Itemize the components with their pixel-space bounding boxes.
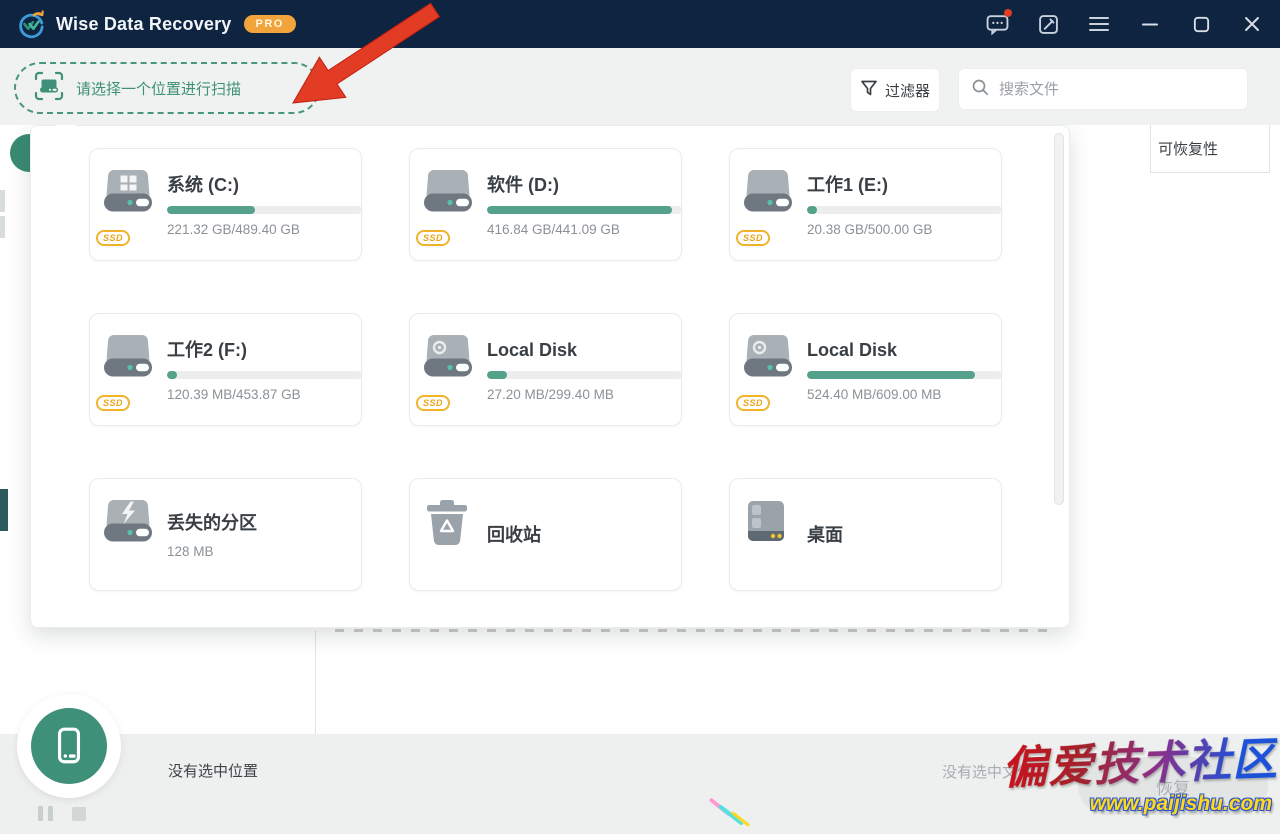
- drive-card[interactable]: SSD 工作1 (E:) 20.38 GB/500.00 GB: [729, 148, 1002, 261]
- drive-usage-bar: [807, 371, 1002, 379]
- drive-usage-bar: [167, 206, 362, 214]
- drive-capacity: 120.39 MB/453.87 GB: [167, 387, 362, 402]
- maximize-icon[interactable]: [1189, 12, 1213, 36]
- drive-windows-icon: [103, 168, 153, 219]
- column-divider: [1150, 125, 1151, 173]
- drive-grid: SSD 系统 (C:) 221.32 GB/489.40 GB SSD 软件 (…: [89, 148, 1002, 591]
- ssd-badge: SSD: [736, 230, 770, 246]
- background-fragment: [0, 190, 5, 212]
- drive-lightning-icon: [103, 498, 153, 549]
- drive-icon: [103, 333, 153, 384]
- titlebar: Wise Data Recovery PRO: [0, 0, 1280, 48]
- drive-capacity: 20.38 GB/500.00 GB: [807, 222, 1002, 237]
- app-logo-icon: [16, 9, 46, 39]
- drive-logo-icon: [743, 333, 793, 384]
- scrollbar-thumb[interactable]: [1054, 133, 1064, 505]
- drive-name: Local Disk: [807, 337, 1002, 363]
- scan-location-icon: [34, 71, 64, 106]
- drive-capacity: 221.32 GB/489.40 GB: [167, 222, 362, 237]
- drive-icon: [743, 168, 793, 219]
- drive-capacity: 27.20 MB/299.40 MB: [487, 387, 682, 402]
- drive-logo-icon: [423, 333, 473, 384]
- minimize-icon[interactable]: [1138, 12, 1162, 36]
- drive-card[interactable]: 回收站: [409, 478, 682, 591]
- drive-icon: [423, 168, 473, 219]
- recover-button-label: 恢复: [1156, 774, 1190, 799]
- location-dropdown-panel: SSD 系统 (C:) 221.32 GB/489.40 GB SSD 软件 (…: [30, 125, 1070, 628]
- drive-card[interactable]: 丢失的分区 128 MB: [89, 478, 362, 591]
- drive-capacity: 524.40 MB/609.00 MB: [807, 387, 1002, 402]
- close-icon[interactable]: [1240, 12, 1264, 36]
- stop-button[interactable]: [72, 807, 86, 821]
- drive-capacity: 416.84 GB/441.09 GB: [487, 222, 682, 237]
- search-input[interactable]: [997, 80, 1235, 99]
- drive-name: Local Disk: [487, 337, 682, 363]
- filter-funnel-icon: [860, 79, 878, 102]
- background-fragment: [0, 489, 8, 531]
- search-icon: [971, 78, 989, 101]
- drive-name: 工作2 (F:): [167, 337, 362, 363]
- drive-name: 丢失的分区: [167, 510, 361, 536]
- recycle-bin-icon: [423, 498, 471, 553]
- device-icon: [31, 708, 107, 784]
- filter-button-label: 过滤器: [885, 80, 930, 101]
- drive-card[interactable]: SSD Local Disk 27.20 MB/299.40 MB: [409, 313, 682, 426]
- status-no-location: 没有选中位置: [168, 760, 258, 781]
- drive-card[interactable]: 桌面: [729, 478, 1002, 591]
- drive-card[interactable]: SSD Local Disk 524.40 MB/609.00 MB: [729, 313, 1002, 426]
- drive-usage-bar: [167, 371, 362, 379]
- ssd-badge: SSD: [96, 395, 130, 411]
- feedback-edit-icon[interactable]: [1036, 12, 1060, 36]
- ssd-badge: SSD: [416, 395, 450, 411]
- drive-card[interactable]: SSD 软件 (D:) 416.84 GB/441.09 GB: [409, 148, 682, 261]
- background-dashed-line: [335, 629, 1055, 632]
- drive-usage-bar: [487, 371, 682, 379]
- recover-button[interactable]: 恢复: [1078, 757, 1268, 815]
- ssd-badge: SSD: [96, 230, 130, 246]
- column-header-underline: [1150, 172, 1270, 173]
- location-selector[interactable]: 请选择一个位置进行扫描: [14, 62, 320, 114]
- filter-button[interactable]: 过滤器: [850, 68, 940, 112]
- search-box[interactable]: [958, 68, 1248, 110]
- recoverability-column-header: 可恢复性: [1158, 138, 1218, 159]
- ssd-badge: SSD: [736, 395, 770, 411]
- drive-card[interactable]: SSD 系统 (C:) 221.32 GB/489.40 GB: [89, 148, 362, 261]
- desktop-icon: [743, 498, 789, 549]
- ssd-badge: SSD: [416, 230, 450, 246]
- drive-capacity: 128 MB: [167, 544, 361, 559]
- background-vertical-divider: [315, 630, 316, 734]
- status-no-files: 没有选中文件: [942, 761, 1032, 782]
- background-fragment: [0, 216, 5, 238]
- drive-card[interactable]: SSD 工作2 (F:) 120.39 MB/453.87 GB: [89, 313, 362, 426]
- column-divider: [1269, 125, 1270, 173]
- drive-usage-bar: [487, 206, 682, 214]
- notification-dot: [1004, 9, 1012, 17]
- menu-icon[interactable]: [1087, 12, 1111, 36]
- scan-device-circle[interactable]: [17, 694, 121, 798]
- messages-icon[interactable]: [985, 12, 1009, 36]
- drive-name: 回收站: [487, 522, 681, 548]
- pause-button[interactable]: [38, 806, 53, 821]
- location-selector-label: 请选择一个位置进行扫描: [76, 78, 241, 99]
- drive-name: 软件 (D:): [487, 172, 682, 198]
- drive-name: 桌面: [807, 522, 1001, 548]
- app-title: Wise Data Recovery: [56, 14, 232, 35]
- drive-name: 工作1 (E:): [807, 172, 1002, 198]
- drive-usage-bar: [807, 206, 1002, 214]
- drive-name: 系统 (C:): [167, 172, 362, 198]
- pro-badge: PRO: [244, 15, 296, 33]
